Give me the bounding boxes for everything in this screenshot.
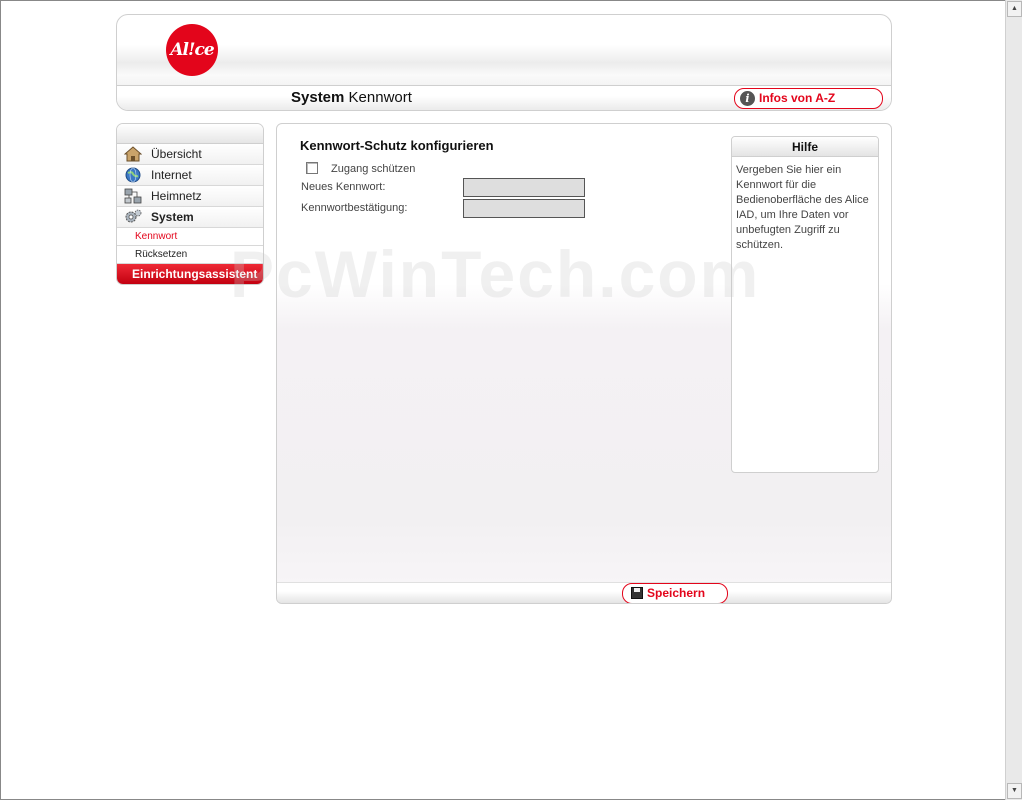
- new-password-input[interactable]: [463, 178, 585, 197]
- sidebar-item-system[interactable]: System: [117, 207, 263, 228]
- sidebar-item-uebersicht[interactable]: Übersicht: [117, 144, 263, 165]
- sidebar-item-heimnetz[interactable]: Heimnetz: [117, 186, 263, 207]
- alice-logo[interactable]: Al!ce: [166, 24, 218, 76]
- sidebar: Übersicht Internet Heimnetz System Kennw…: [116, 123, 264, 285]
- main-panel: Kennwort-Schutz konfigurieren Zugang sch…: [276, 123, 892, 604]
- sidebar-subitem-kennwort[interactable]: Kennwort: [117, 228, 263, 246]
- sidebar-item-label: Übersicht: [151, 147, 202, 161]
- section-title: Kennwort-Schutz konfigurieren: [300, 138, 494, 153]
- sidebar-item-label: Heimnetz: [151, 189, 202, 203]
- sidebar-subitem-ruecksetzen[interactable]: Rücksetzen: [117, 246, 263, 264]
- page-title: System Kennwort: [291, 89, 412, 106]
- globe-icon: [125, 167, 141, 183]
- new-password-label: Neues Kennwort:: [301, 181, 386, 193]
- gear-icon: [125, 209, 142, 223]
- protect-access-label: Zugang schützen: [331, 163, 416, 175]
- page-header: Al!ce System Kennwort i Infos von A-Z: [116, 14, 892, 111]
- infos-a-z-label: Infos von A-Z: [759, 91, 836, 105]
- confirm-password-label: Kennwortbestätigung:: [301, 202, 408, 214]
- vertical-scrollbar[interactable]: ▲ ▼: [1005, 0, 1022, 800]
- protect-access-checkbox[interactable]: [306, 162, 318, 174]
- sidebar-item-label: Internet: [151, 168, 192, 182]
- scroll-up-icon[interactable]: ▲: [1007, 1, 1022, 17]
- sidebar-item-internet[interactable]: Internet: [117, 165, 263, 186]
- help-title: Hilfe: [732, 137, 878, 157]
- network-icon: [124, 188, 142, 204]
- info-icon: i: [740, 91, 755, 106]
- floppy-disk-icon: [631, 587, 643, 599]
- page-title-section: System: [291, 89, 345, 106]
- help-text: Vergeben Sie hier ein Kennwort für die B…: [736, 164, 869, 251]
- infos-a-z-button[interactable]: i Infos von A-Z: [734, 88, 883, 109]
- help-panel: Hilfe Vergeben Sie hier ein Kennwort für…: [731, 136, 879, 473]
- sidebar-top: [117, 124, 263, 144]
- main-footer: [277, 582, 891, 603]
- setup-wizard-button[interactable]: Einrichtungsassistent: [117, 264, 263, 284]
- sidebar-item-label: System: [151, 210, 194, 224]
- save-button-label: Speichern: [647, 586, 706, 600]
- confirm-password-input[interactable]: [463, 199, 585, 218]
- save-button[interactable]: Speichern: [622, 583, 728, 603]
- home-icon: [124, 146, 142, 162]
- scroll-down-icon[interactable]: ▼: [1007, 783, 1022, 799]
- page-title-page: Kennwort: [348, 89, 412, 106]
